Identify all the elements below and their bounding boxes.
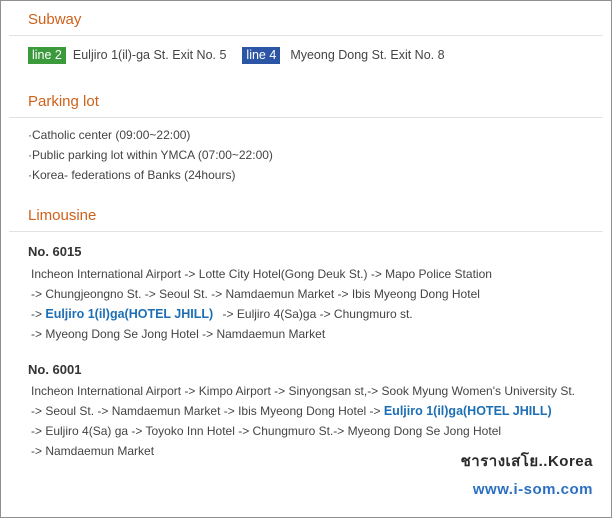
parking-item: ·Korea- federations of Banks (24hours) — [28, 168, 236, 182]
route-segment: -> Seoul St. -> Namdaemun Market -> Ibis… — [31, 404, 381, 418]
parking-item: ·Public parking lot within YMCA (07:00~2… — [28, 148, 273, 162]
divider — [9, 231, 603, 232]
divider — [9, 117, 603, 118]
watermark: ชารางเสโย..Korea www.i-som.com — [441, 447, 603, 509]
parking-heading: Parking lot — [28, 93, 99, 110]
parking-list: ·Catholic center (09:00~22:00) ·Public p… — [28, 127, 273, 187]
subway-row: line 2 Euljiro 1(il)-ga St. Exit No. 5 l… — [28, 46, 445, 64]
parking-item: ·Catholic center (09:00~22:00) — [28, 128, 191, 142]
line-4-exit: Myeong Dong St. Exit No. 8 — [290, 48, 445, 62]
route-line: -> Myeong Dong Se Jong Hotel -> Namdaemu… — [31, 327, 326, 341]
route-6015-number: No. 6015 — [28, 244, 82, 259]
watermark-url: www.i-som.com — [472, 481, 593, 498]
route-6015-stops: Incheon International Airport -> Lotte C… — [31, 266, 492, 346]
line-2-badge: line 2 — [28, 46, 66, 64]
hotel-jhill-highlight: Euljiro 1(il)ga(HOTEL JHILL) — [383, 404, 552, 418]
route-line: -> Chungjeongno St. -> Seoul St. -> Namd… — [31, 287, 480, 301]
route-segment: -> Euljiro 4(Sa)ga -> Chungmuro st. — [222, 307, 413, 321]
limousine-heading: Limousine — [28, 207, 97, 224]
line-4-badge: line 4 — [242, 46, 281, 64]
transport-panel: Subway line 2 Euljiro 1(il)-ga St. Exit … — [0, 0, 612, 518]
subway-heading: Subway — [28, 11, 82, 28]
divider — [9, 35, 603, 36]
route-arrow: -> — [31, 307, 43, 321]
watermark-thai-text: ชารางเสโย..Korea — [460, 453, 593, 470]
line-2-exit: Euljiro 1(il)-ga St. Exit No. 5 — [72, 48, 227, 62]
route-6001-number: No. 6001 — [28, 362, 82, 377]
hotel-jhill-highlight: Euljiro 1(il)ga(HOTEL JHILL) — [45, 307, 214, 321]
route-line: -> Euljiro 4(Sa) ga -> Toyoko Inn Hotel … — [31, 424, 502, 438]
route-line: Incheon International Airport -> Kimpo A… — [31, 384, 575, 398]
route-line: Incheon International Airport -> Lotte C… — [31, 267, 492, 281]
route-line: -> Seoul St. -> Namdaemun Market -> Ibis… — [31, 403, 575, 423]
route-line: -> Euljiro 1(il)ga(HOTEL JHILL) -> Eulji… — [31, 306, 492, 326]
